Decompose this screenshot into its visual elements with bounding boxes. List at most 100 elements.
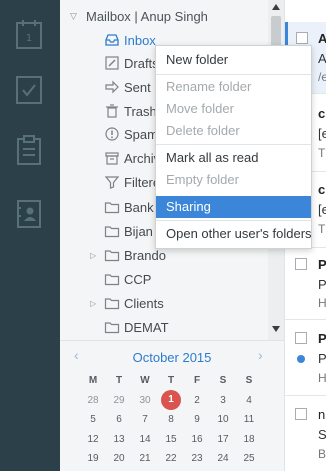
notes-icon[interactable] [15,134,43,166]
folder-demat[interactable]: DEMAT [104,316,284,338]
calendar-day[interactable]: 6 [106,414,132,425]
menu-separator [156,220,311,221]
app-nav-rail: 1 [0,0,60,471]
folder-label: Drafts [124,55,159,71]
calendar-day[interactable]: 12 [80,434,106,445]
folder-clients[interactable]: Clients [104,292,284,314]
message-preview: Th [318,146,326,160]
mini-calendar: ‹ October 2015 › M T W T F S S 28 29 30 … [60,340,284,471]
calendar-day[interactable]: 28 [80,395,106,406]
menu-move-folder[interactable]: Move folder [156,98,311,120]
pencil-icon [104,55,120,71]
inbox-icon [104,32,120,48]
calendar-day[interactable]: 3 [210,395,236,406]
message-subject: [e [318,126,326,141]
filter-icon [104,174,120,190]
calendar-day[interactable]: 5 [80,414,106,425]
message-subject: Ar [318,51,326,66]
folder-icon [104,295,120,311]
calendar-day[interactable]: 10 [210,414,236,425]
message-sender: n [318,407,326,422]
weekday-label: M [88,375,98,387]
message-checkbox[interactable] [295,258,307,270]
calendar-day[interactable]: 21 [132,453,158,464]
weekday-row: M T W T F S S [80,371,262,391]
message-subject: Pa [318,351,326,366]
calendar-day[interactable]: 2 [184,395,210,406]
calendar-day[interactable]: 9 [184,414,210,425]
calendar-day[interactable]: 19 [80,453,106,464]
calendar-day[interactable]: 8 [158,414,184,425]
menu-open-other-users-folders[interactable]: Open other user's folders [156,223,312,245]
calendar-day[interactable]: 16 [184,434,210,445]
expand-clients-icon[interactable]: ▷ [90,299,96,308]
trash-icon [104,103,120,119]
menu-empty-folder[interactable]: Empty folder [156,169,311,191]
message-sender: P [318,331,326,346]
message-subject: Pa [318,277,326,292]
folder-ccp[interactable]: CCP [104,268,284,290]
tasks-icon[interactable] [15,74,43,106]
folder-context-menu: New folder Rename folder Move folder Del… [155,45,312,249]
calendar-day[interactable]: 17 [210,434,236,445]
mailbox-header[interactable]: ▽ Mailbox | Anup Singh [70,6,208,26]
calendar-day[interactable]: 4 [236,395,262,406]
folder-icon [104,247,120,263]
calendar-day[interactable]: 25 [236,453,262,464]
calendar-day[interactable]: 23 [184,453,210,464]
menu-sharing[interactable]: Sharing [156,196,311,218]
weekday-label: T [115,375,123,387]
calendar-day[interactable]: 29 [106,395,132,406]
folder-icon [104,319,120,335]
next-month-icon[interactable]: › [258,347,263,363]
calendar-week: 19 20 21 22 23 24 25 [80,449,262,469]
weekday-label: T [167,375,175,387]
message-checkbox[interactable] [295,332,307,344]
calendar-day[interactable]: 14 [132,434,158,445]
message-row[interactable]: P Pa He [285,320,326,396]
scroll-down-icon[interactable] [272,326,280,332]
unread-dot-icon [297,355,305,363]
spam-icon [104,126,120,142]
weekday-label: S [219,375,227,387]
archive-icon [104,150,120,166]
folder-icon [104,223,120,239]
folder-label: Brando [124,247,166,263]
menu-delete-folder[interactable]: Delete folder [156,120,311,142]
message-sender: P [318,257,326,272]
collapse-caret-icon[interactable]: ▽ [70,11,80,22]
calendar-day-today[interactable]: 1 [158,390,184,411]
calendar-icon[interactable]: 1 [15,18,43,50]
mailbox-title: Mailbox | Anup Singh [86,8,208,24]
message-checkbox[interactable] [295,408,307,420]
scroll-up-icon[interactable] [272,4,280,10]
expand-brando-icon[interactable]: ▷ [90,251,96,260]
message-sender: cl [318,106,326,121]
send-icon [104,79,120,95]
weekday-label: S [245,375,253,387]
calendar-day[interactable]: 15 [158,434,184,445]
calendar-day[interactable]: 18 [236,434,262,445]
message-preview: He [318,371,326,385]
message-row[interactable]: P Pa He [285,248,326,320]
calendar-day[interactable]: 22 [158,453,184,464]
calendar-day[interactable]: 13 [106,434,132,445]
calendar-day[interactable]: 24 [210,453,236,464]
menu-separator [156,144,311,145]
contacts-icon[interactable] [15,198,43,230]
menu-mark-all-read[interactable]: Mark all as read [156,147,311,169]
calendar-day[interactable]: 11 [236,414,262,425]
message-preview: He [318,296,326,310]
calendar-day[interactable]: 30 [132,395,158,406]
calendar-day[interactable]: 20 [106,453,132,464]
message-row[interactable]: n Su Bl [285,396,326,471]
folder-label: Trash [124,103,157,119]
folder-icon [104,271,120,287]
folder-label: Sent [124,79,151,95]
message-subject: [e [318,202,326,217]
menu-new-folder[interactable]: New folder [156,49,311,71]
calendar-day[interactable]: 7 [132,414,158,425]
menu-rename-folder[interactable]: Rename folder [156,76,311,98]
folder-icon [104,199,120,215]
message-checkbox[interactable] [296,32,308,44]
